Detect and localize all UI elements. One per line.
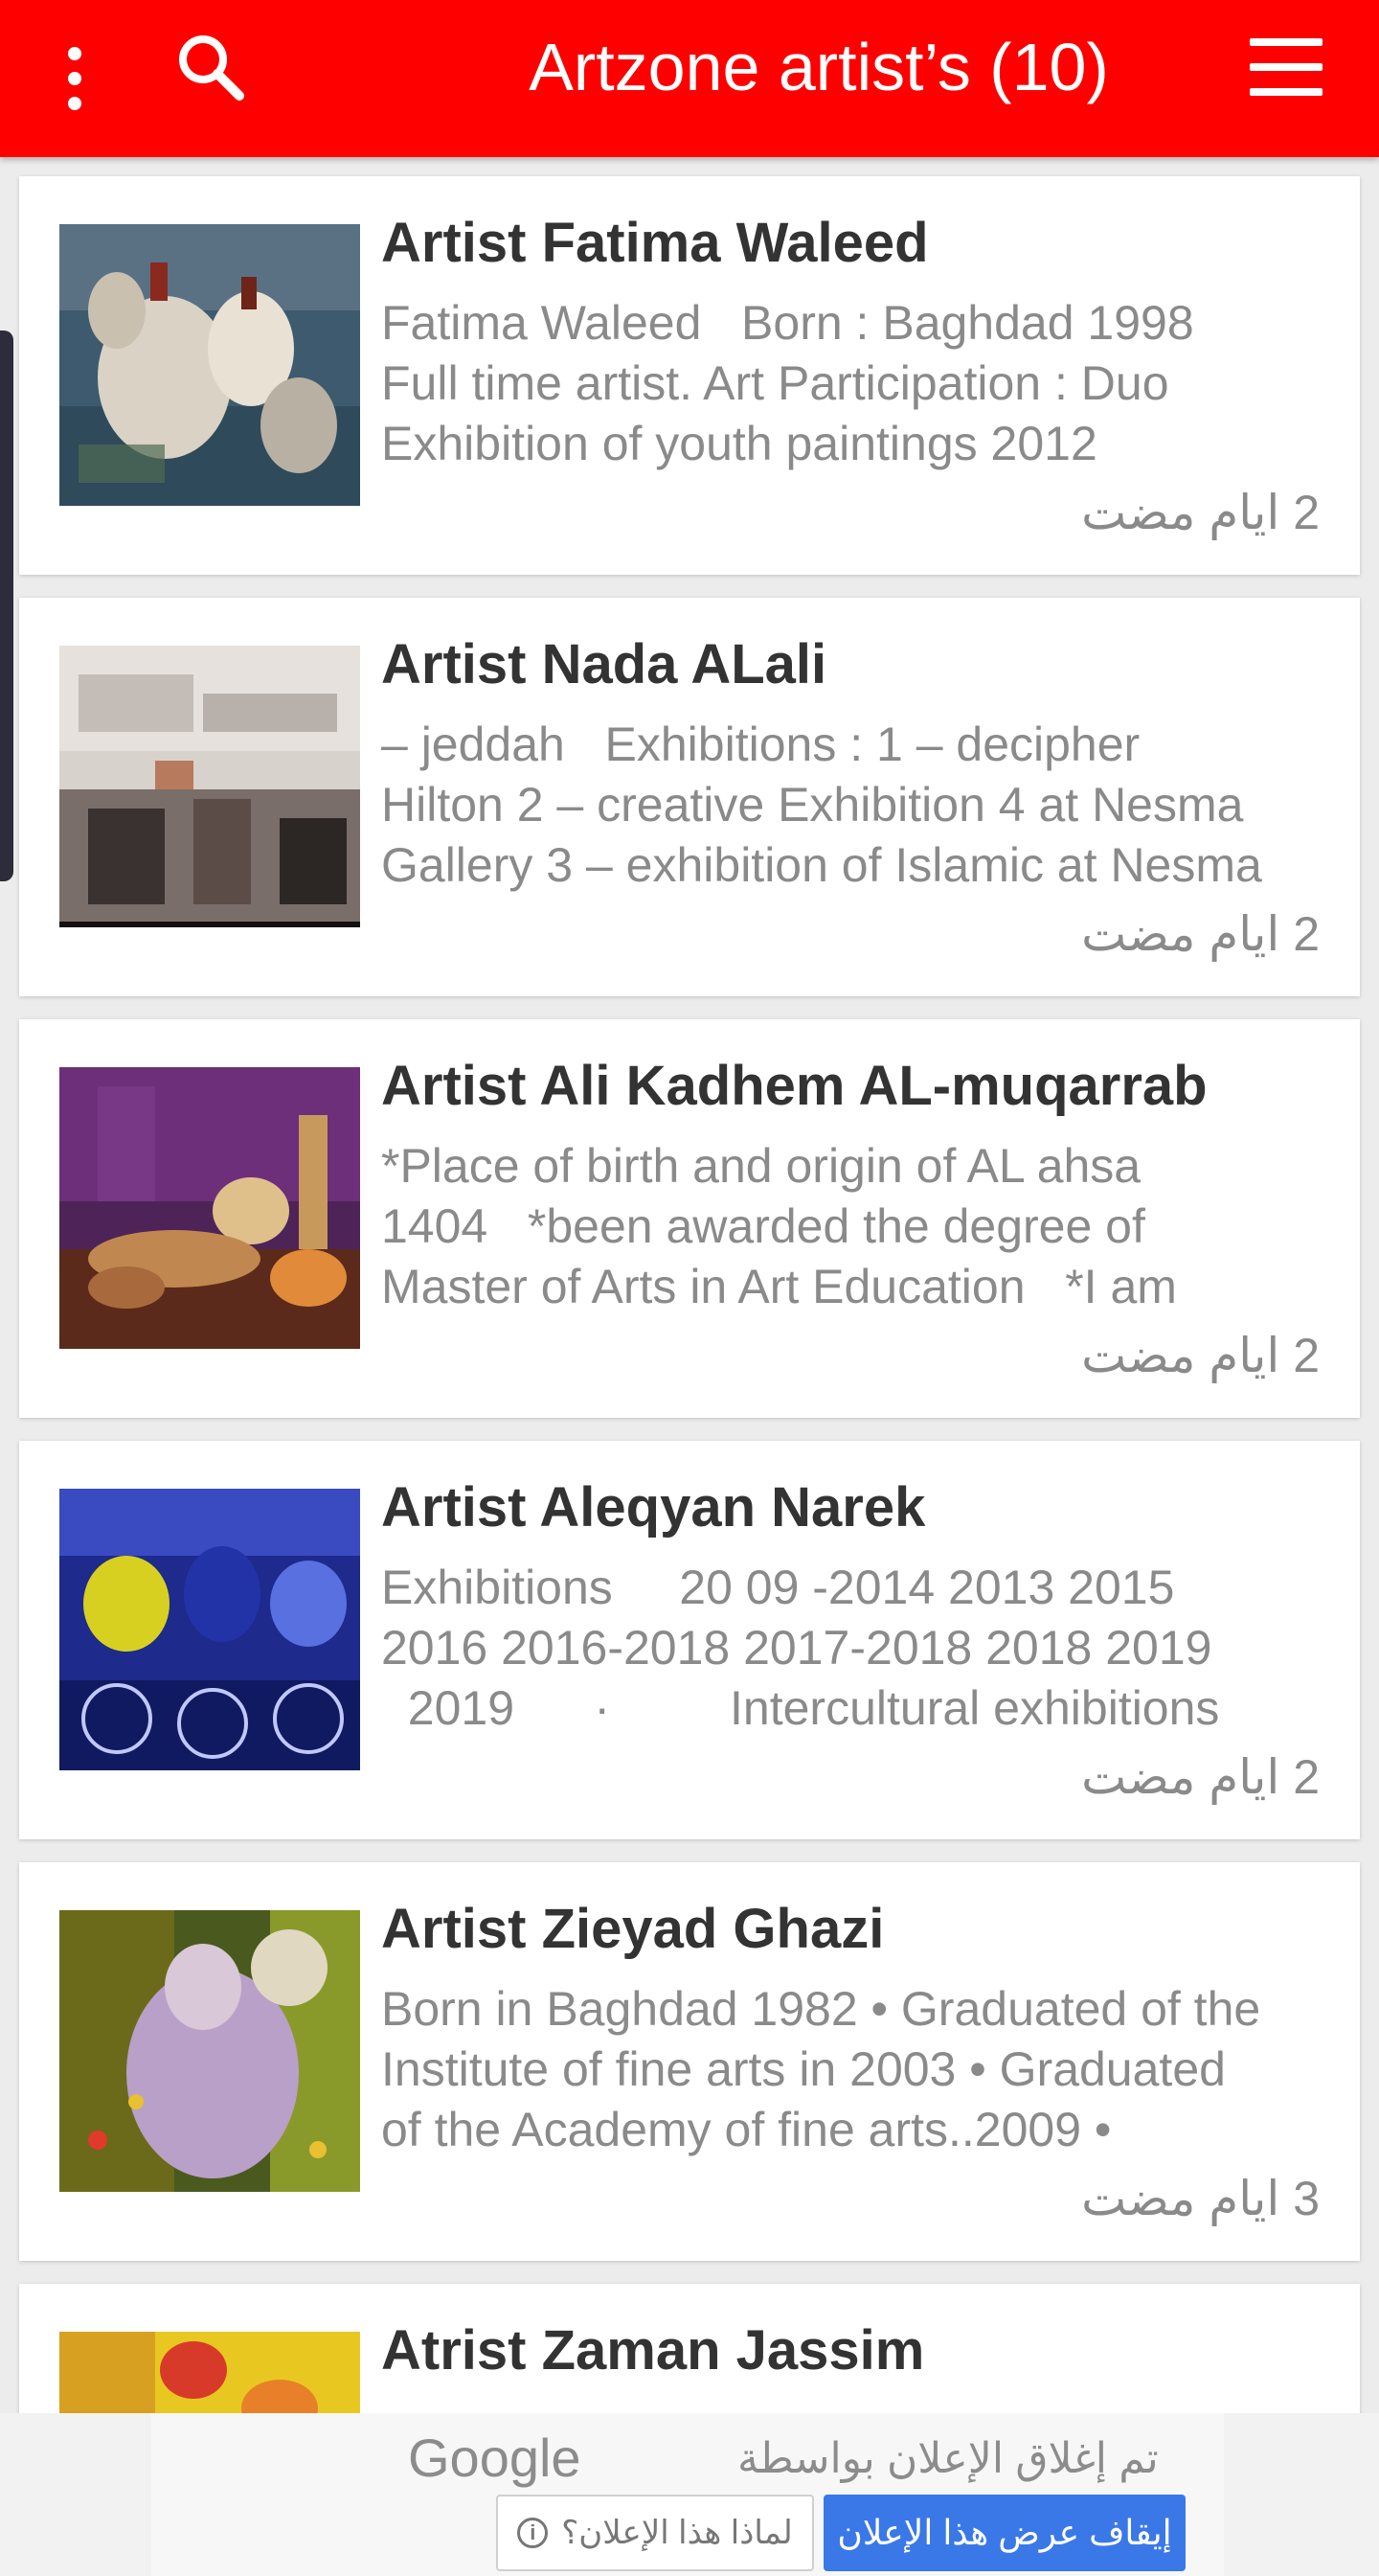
google-logo: Google — [408, 2428, 581, 2488]
artist-name: Artist Zieyad Ghazi — [381, 1898, 885, 1960]
artwork-thumbnail[interactable] — [59, 1489, 360, 1770]
page-title: Artzone artist’s (10) — [529, 30, 1109, 104]
artist-name: Artist Ali Kadhem AL-muqarrab — [381, 1055, 1208, 1117]
artwork-thumbnail[interactable] — [59, 1067, 360, 1349]
search-icon[interactable] — [172, 29, 249, 105]
hamburger-menu-icon[interactable] — [1250, 38, 1322, 96]
post-time: 2 ايام مضت — [1081, 907, 1320, 961]
why-this-ad-label: لماذا هذا الإعلان؟ — [561, 2515, 793, 2551]
artist-description: Exhibitions 20 09 -2014 2013 2015 2016 2… — [381, 1561, 1220, 1735]
more-vert-icon[interactable] — [48, 31, 102, 126]
artwork-thumbnail[interactable] — [59, 224, 360, 506]
ad-closed-text: تم إغلاق الإعلان بواسطة — [737, 2435, 1159, 2482]
artist-name: Atrist Zaman Jassim — [381, 2319, 925, 2382]
artist-card[interactable]: Artist Ali Kadhem AL-muqarrab *Place of … — [19, 1019, 1360, 1418]
artist-description: *Place of birth and origin of AL ahsa 14… — [381, 1139, 1177, 1313]
post-time: 2 ايام مضت — [1081, 1750, 1320, 1804]
artist-card[interactable]: Artist Fatima Waleed Fatima Waleed Born … — [19, 176, 1360, 575]
stop-seeing-ad-button[interactable]: إيقاف عرض هذا الإعلان — [824, 2495, 1186, 2571]
artist-card[interactable]: Artist Aleqyan Narek Exhibitions 20 09 -… — [19, 1441, 1360, 1839]
artist-description: – jeddah Exhibitions : 1 – decipher Hilt… — [381, 718, 1262, 892]
artwork-thumbnail[interactable] — [59, 646, 360, 927]
artist-name: Artist Nada ALali — [381, 633, 827, 695]
post-time: 2 ايام مضت — [1081, 486, 1320, 539]
app-bar: Artzone artist’s (10) — [0, 0, 1379, 157]
drawer-edge-handle[interactable] — [0, 331, 13, 881]
why-this-ad-button[interactable]: لماذا هذا الإعلان؟ i — [496, 2495, 814, 2571]
post-time: 2 ايام مضت — [1081, 1329, 1320, 1382]
artist-description: Fatima Waleed Born : Baghdad 1998 Full t… — [381, 296, 1194, 470]
info-icon: i — [517, 2518, 549, 2548]
artist-name: Artist Fatima Waleed — [381, 212, 929, 274]
artist-name: Artist Aleqyan Narek — [381, 1476, 926, 1539]
artist-description: Born in Baghdad 1982 • Graduated of the … — [381, 1982, 1261, 2156]
artist-card[interactable]: Artist Zieyad Ghazi Born in Baghdad 1982… — [19, 1862, 1360, 2261]
artist-card[interactable]: Artist Nada ALali – jeddah Exhibitions :… — [19, 598, 1360, 996]
ad-banner: Google تم إغلاق الإعلان بواسطة لماذا هذا… — [0, 2413, 1379, 2576]
post-time: 3 ايام مضت — [1081, 2172, 1320, 2225]
ad-panel: Google تم إغلاق الإعلان بواسطة لماذا هذا… — [151, 2413, 1224, 2576]
artwork-thumbnail[interactable] — [59, 1910, 360, 2192]
